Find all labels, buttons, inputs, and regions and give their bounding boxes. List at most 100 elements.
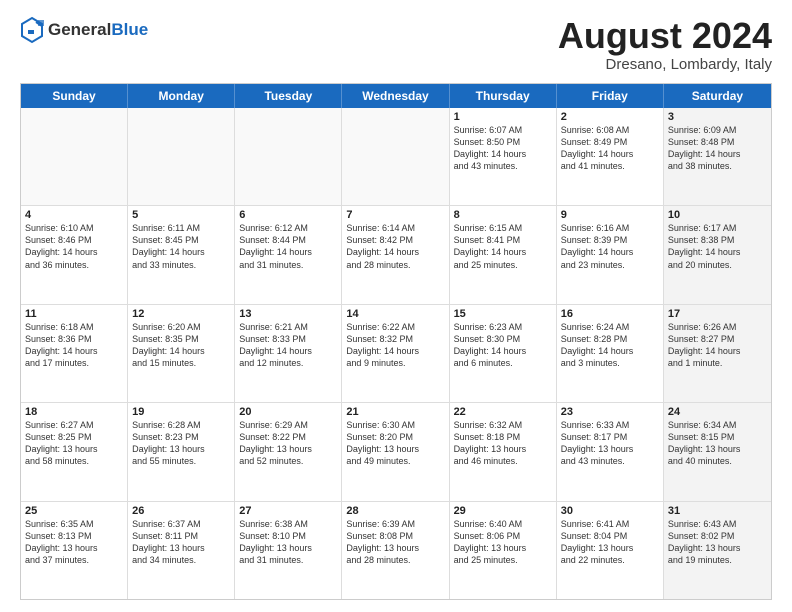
day-number: 13 (239, 308, 337, 320)
cal-cell: 23Sunrise: 6:33 AM Sunset: 8:17 PM Dayli… (557, 403, 664, 500)
day-number: 8 (454, 209, 552, 221)
day-number: 20 (239, 406, 337, 418)
cal-cell: 4Sunrise: 6:10 AM Sunset: 8:46 PM Daylig… (21, 206, 128, 303)
logo: GeneralBlue (20, 16, 148, 44)
day-number: 17 (668, 308, 767, 320)
cal-cell: 27Sunrise: 6:38 AM Sunset: 8:10 PM Dayli… (235, 502, 342, 599)
header: GeneralBlue August 2024 Dresano, Lombard… (20, 16, 772, 73)
cal-cell: 31Sunrise: 6:43 AM Sunset: 8:02 PM Dayli… (664, 502, 771, 599)
cell-info: Sunrise: 6:40 AM Sunset: 8:06 PM Dayligh… (454, 518, 552, 567)
logo-blue: Blue (111, 20, 148, 39)
day-number: 26 (132, 505, 230, 517)
cal-week-3: 11Sunrise: 6:18 AM Sunset: 8:36 PM Dayli… (21, 305, 771, 403)
location: Dresano, Lombardy, Italy (558, 56, 772, 73)
cal-cell: 30Sunrise: 6:41 AM Sunset: 8:04 PM Dayli… (557, 502, 664, 599)
day-number: 22 (454, 406, 552, 418)
day-number: 6 (239, 209, 337, 221)
cell-info: Sunrise: 6:24 AM Sunset: 8:28 PM Dayligh… (561, 321, 659, 370)
day-number: 3 (668, 111, 767, 123)
cell-info: Sunrise: 6:29 AM Sunset: 8:22 PM Dayligh… (239, 419, 337, 468)
cell-info: Sunrise: 6:23 AM Sunset: 8:30 PM Dayligh… (454, 321, 552, 370)
cell-info: Sunrise: 6:28 AM Sunset: 8:23 PM Dayligh… (132, 419, 230, 468)
day-number: 7 (346, 209, 444, 221)
calendar: SundayMondayTuesdayWednesdayThursdayFrid… (20, 83, 772, 600)
cal-week-5: 25Sunrise: 6:35 AM Sunset: 8:13 PM Dayli… (21, 502, 771, 599)
cal-week-4: 18Sunrise: 6:27 AM Sunset: 8:25 PM Dayli… (21, 403, 771, 501)
cell-info: Sunrise: 6:39 AM Sunset: 8:08 PM Dayligh… (346, 518, 444, 567)
cal-cell: 5Sunrise: 6:11 AM Sunset: 8:45 PM Daylig… (128, 206, 235, 303)
cell-info: Sunrise: 6:17 AM Sunset: 8:38 PM Dayligh… (668, 222, 767, 271)
cal-header-tuesday: Tuesday (235, 84, 342, 108)
title-block: August 2024 Dresano, Lombardy, Italy (558, 16, 772, 73)
calendar-body: 1Sunrise: 6:07 AM Sunset: 8:50 PM Daylig… (21, 108, 771, 599)
day-number: 24 (668, 406, 767, 418)
cell-info: Sunrise: 6:27 AM Sunset: 8:25 PM Dayligh… (25, 419, 123, 468)
cell-info: Sunrise: 6:20 AM Sunset: 8:35 PM Dayligh… (132, 321, 230, 370)
month-year: August 2024 (558, 16, 772, 56)
cal-header-wednesday: Wednesday (342, 84, 449, 108)
cell-info: Sunrise: 6:11 AM Sunset: 8:45 PM Dayligh… (132, 222, 230, 271)
cal-cell: 28Sunrise: 6:39 AM Sunset: 8:08 PM Dayli… (342, 502, 449, 599)
day-number: 18 (25, 406, 123, 418)
cell-info: Sunrise: 6:21 AM Sunset: 8:33 PM Dayligh… (239, 321, 337, 370)
cal-header-friday: Friday (557, 84, 664, 108)
cell-info: Sunrise: 6:43 AM Sunset: 8:02 PM Dayligh… (668, 518, 767, 567)
cal-header-saturday: Saturday (664, 84, 771, 108)
day-number: 1 (454, 111, 552, 123)
cal-cell: 14Sunrise: 6:22 AM Sunset: 8:32 PM Dayli… (342, 305, 449, 402)
day-number: 2 (561, 111, 659, 123)
cell-info: Sunrise: 6:33 AM Sunset: 8:17 PM Dayligh… (561, 419, 659, 468)
cal-cell: 19Sunrise: 6:28 AM Sunset: 8:23 PM Dayli… (128, 403, 235, 500)
cal-cell: 13Sunrise: 6:21 AM Sunset: 8:33 PM Dayli… (235, 305, 342, 402)
cal-cell: 3Sunrise: 6:09 AM Sunset: 8:48 PM Daylig… (664, 108, 771, 205)
day-number: 27 (239, 505, 337, 517)
day-number: 25 (25, 505, 123, 517)
cal-cell (342, 108, 449, 205)
cell-info: Sunrise: 6:34 AM Sunset: 8:15 PM Dayligh… (668, 419, 767, 468)
day-number: 11 (25, 308, 123, 320)
day-number: 9 (561, 209, 659, 221)
cal-header-sunday: Sunday (21, 84, 128, 108)
cell-info: Sunrise: 6:30 AM Sunset: 8:20 PM Dayligh… (346, 419, 444, 468)
calendar-header: SundayMondayTuesdayWednesdayThursdayFrid… (21, 84, 771, 108)
day-number: 10 (668, 209, 767, 221)
cell-info: Sunrise: 6:15 AM Sunset: 8:41 PM Dayligh… (454, 222, 552, 271)
cal-cell: 21Sunrise: 6:30 AM Sunset: 8:20 PM Dayli… (342, 403, 449, 500)
cal-cell (235, 108, 342, 205)
day-number: 23 (561, 406, 659, 418)
cal-cell: 12Sunrise: 6:20 AM Sunset: 8:35 PM Dayli… (128, 305, 235, 402)
cal-cell: 2Sunrise: 6:08 AM Sunset: 8:49 PM Daylig… (557, 108, 664, 205)
day-number: 15 (454, 308, 552, 320)
cal-cell: 8Sunrise: 6:15 AM Sunset: 8:41 PM Daylig… (450, 206, 557, 303)
cal-cell: 22Sunrise: 6:32 AM Sunset: 8:18 PM Dayli… (450, 403, 557, 500)
day-number: 12 (132, 308, 230, 320)
cell-info: Sunrise: 6:32 AM Sunset: 8:18 PM Dayligh… (454, 419, 552, 468)
cal-cell: 17Sunrise: 6:26 AM Sunset: 8:27 PM Dayli… (664, 305, 771, 402)
cal-cell (128, 108, 235, 205)
cal-week-2: 4Sunrise: 6:10 AM Sunset: 8:46 PM Daylig… (21, 206, 771, 304)
cal-cell: 20Sunrise: 6:29 AM Sunset: 8:22 PM Dayli… (235, 403, 342, 500)
cal-cell: 25Sunrise: 6:35 AM Sunset: 8:13 PM Dayli… (21, 502, 128, 599)
cell-info: Sunrise: 6:26 AM Sunset: 8:27 PM Dayligh… (668, 321, 767, 370)
day-number: 31 (668, 505, 767, 517)
logo-general: General (48, 20, 111, 39)
day-number: 21 (346, 406, 444, 418)
cell-info: Sunrise: 6:08 AM Sunset: 8:49 PM Dayligh… (561, 124, 659, 173)
cell-info: Sunrise: 6:09 AM Sunset: 8:48 PM Dayligh… (668, 124, 767, 173)
cal-cell: 18Sunrise: 6:27 AM Sunset: 8:25 PM Dayli… (21, 403, 128, 500)
cal-cell: 11Sunrise: 6:18 AM Sunset: 8:36 PM Dayli… (21, 305, 128, 402)
day-number: 19 (132, 406, 230, 418)
logo-icon (20, 16, 44, 44)
day-number: 4 (25, 209, 123, 221)
cell-info: Sunrise: 6:38 AM Sunset: 8:10 PM Dayligh… (239, 518, 337, 567)
cell-info: Sunrise: 6:16 AM Sunset: 8:39 PM Dayligh… (561, 222, 659, 271)
cell-info: Sunrise: 6:10 AM Sunset: 8:46 PM Dayligh… (25, 222, 123, 271)
cal-cell: 1Sunrise: 6:07 AM Sunset: 8:50 PM Daylig… (450, 108, 557, 205)
cal-cell: 16Sunrise: 6:24 AM Sunset: 8:28 PM Dayli… (557, 305, 664, 402)
page: GeneralBlue August 2024 Dresano, Lombard… (0, 0, 792, 612)
cell-info: Sunrise: 6:12 AM Sunset: 8:44 PM Dayligh… (239, 222, 337, 271)
day-number: 14 (346, 308, 444, 320)
cal-cell (21, 108, 128, 205)
cal-cell: 26Sunrise: 6:37 AM Sunset: 8:11 PM Dayli… (128, 502, 235, 599)
cell-info: Sunrise: 6:22 AM Sunset: 8:32 PM Dayligh… (346, 321, 444, 370)
